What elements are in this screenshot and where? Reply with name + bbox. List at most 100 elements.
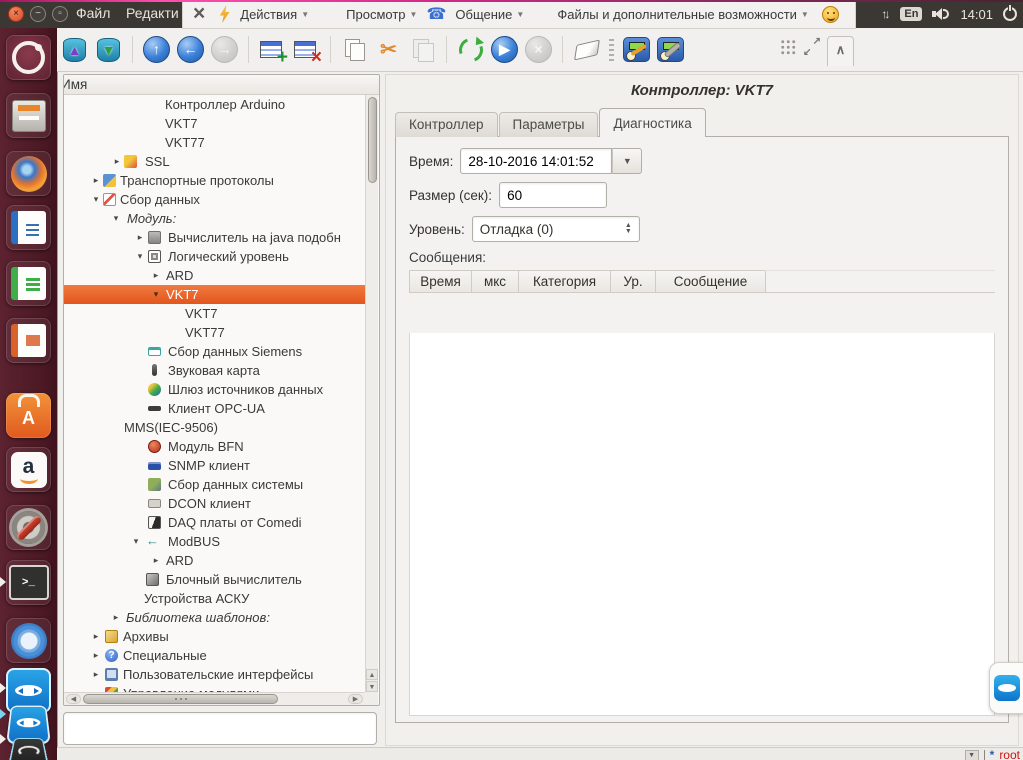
clock[interactable]: 14:01	[960, 7, 993, 22]
close-x-icon[interactable]: ×	[193, 4, 205, 24]
column-header-ур[interactable]: Ур.	[610, 270, 656, 293]
load-from-db-button[interactable]: ▲	[61, 36, 88, 63]
expand-arrow-icon[interactable]: ▸	[90, 646, 102, 665]
tree-item[interactable]: DAQ платы от Comedi	[64, 513, 365, 532]
go-forward-button[interactable]: →	[211, 36, 238, 63]
volume-icon[interactable]	[932, 8, 950, 20]
menu-просмотр[interactable]: Просмотр▼	[346, 7, 417, 22]
expand-arrow-icon[interactable]: ▸	[111, 152, 123, 171]
tree-filter-input[interactable]	[63, 712, 377, 745]
collapse-arrow-icon[interactable]: ▾	[90, 190, 102, 209]
clear-button[interactable]	[573, 36, 600, 63]
close-window-button[interactable]: ×	[8, 6, 24, 22]
network-indicator-icon[interactable]: ↑↓	[881, 7, 890, 21]
tree-column-header[interactable]: Имя	[64, 75, 379, 95]
tree-item[interactable]: ▸SSL	[64, 152, 365, 171]
tree-item[interactable]: ▸Архивы	[64, 627, 365, 646]
add-item-button[interactable]: +	[259, 36, 286, 63]
tree-item[interactable]: VKT7	[64, 114, 365, 133]
tree-item[interactable]: DCON клиент	[64, 494, 365, 513]
tree-item[interactable]: ▸Пользовательские интерфейсы	[64, 665, 365, 684]
tab-контроллер[interactable]: Контроллер	[395, 112, 498, 137]
collapse-arrow-icon[interactable]: ▾	[150, 285, 162, 304]
stacked-app-icon[interactable]	[7, 738, 49, 760]
tab-диагностика[interactable]: Диагностика	[599, 108, 705, 137]
tree-item[interactable]: Управление модулями	[64, 684, 365, 692]
tree-item[interactable]: ▸Транспортные протоколы	[64, 171, 365, 190]
collapse-arrow-icon[interactable]: ▾	[130, 532, 142, 551]
expand-arrow-icon[interactable]: ▸	[110, 608, 122, 627]
keyboard-layout-indicator[interactable]: En	[900, 7, 922, 21]
collapse-arrow-icon[interactable]: ▾	[134, 247, 146, 266]
chromium-icon[interactable]	[6, 618, 51, 663]
tree-item[interactable]: Устройства АСКУ	[64, 589, 365, 608]
tree-item[interactable]: ▸ARD	[64, 266, 365, 285]
scroll-right-arrow[interactable]: ▶	[348, 694, 363, 704]
stop-periodic-button[interactable]: ×	[525, 36, 552, 63]
expand-arrow-icon[interactable]: ▸	[150, 551, 162, 570]
firefox-icon[interactable]	[6, 151, 51, 196]
go-back-button[interactable]: ←	[177, 36, 204, 63]
session-power-icon[interactable]	[1003, 7, 1017, 21]
expand-arrow-icon[interactable]: ▸	[134, 228, 146, 247]
tree-item[interactable]: Контроллер Arduino	[64, 95, 365, 114]
monitor-icon[interactable]	[318, 7, 335, 21]
messages-table-body[interactable]	[409, 333, 995, 716]
level-spinbox[interactable]: Отладка (0) ▲▼	[472, 216, 640, 242]
smiley-icon[interactable]	[822, 6, 839, 23]
ubuntu-dash-icon[interactable]	[6, 35, 51, 80]
tab-параметры[interactable]: Параметры	[499, 112, 599, 137]
maximize-window-button[interactable]: ▫	[52, 6, 68, 22]
terminal-icon[interactable]: >_	[6, 560, 51, 605]
teamviewer-side-tab[interactable]	[989, 662, 1023, 714]
tree-item[interactable]: ▾Модуль:	[64, 209, 365, 228]
tree-item[interactable]: Клиент OPC-UA	[64, 399, 365, 418]
expand-arrow-icon[interactable]: ▸	[90, 171, 102, 190]
expand-arrow-icon[interactable]: ▸	[90, 627, 102, 646]
expand-icon[interactable]: ↗↙	[803, 38, 821, 56]
scrollbar-thumb[interactable]	[368, 97, 377, 183]
tree-item[interactable]: ▸Вычислитель на java подобн	[64, 228, 365, 247]
tree-item[interactable]: VKT77	[64, 323, 365, 342]
column-header-мкс[interactable]: мкс	[471, 270, 519, 293]
tree-item[interactable]: ▾Сбор данных	[64, 190, 365, 209]
lightning-icon[interactable]	[218, 5, 231, 23]
file-extra-icon[interactable]	[533, 6, 548, 23]
device-link-button[interactable]	[623, 36, 650, 63]
tree-item[interactable]: Блочный вычислитель	[64, 570, 365, 589]
paste-item-button[interactable]	[409, 36, 436, 63]
expand-arrow-icon[interactable]: ▸	[150, 266, 162, 285]
menu-edit[interactable]: Редакти	[126, 5, 179, 21]
tree-item[interactable]: Модуль BFN	[64, 437, 365, 456]
delete-item-button[interactable]: ×	[293, 36, 320, 63]
amazon-icon[interactable]: a	[6, 447, 51, 492]
column-header-сообщение[interactable]: Сообщение	[655, 270, 766, 293]
time-dropdown-button[interactable]: ▼	[612, 148, 642, 174]
menu-общение[interactable]: Общение▼	[455, 7, 524, 22]
ubuntu-software-icon[interactable]: A	[6, 393, 51, 438]
start-periodic-button[interactable]: ▶	[491, 36, 518, 63]
tree-item[interactable]: VKT7	[64, 304, 365, 323]
tree-item[interactable]: ▾VKT7	[64, 285, 365, 304]
tree-item[interactable]: ▸ARD	[64, 551, 365, 570]
libreoffice-writer-icon[interactable]	[6, 205, 51, 250]
time-input[interactable]	[460, 148, 612, 174]
column-header-время[interactable]: Время	[409, 270, 472, 293]
go-up-button[interactable]: ↑	[143, 36, 170, 63]
tree-item[interactable]: Шлюз источников данных	[64, 380, 365, 399]
column-header-категория[interactable]: Категория	[518, 270, 611, 293]
minimize-window-button[interactable]: −	[30, 6, 46, 22]
file-cabinet-icon[interactable]	[6, 93, 51, 138]
copy-item-button[interactable]	[341, 36, 368, 63]
statusbar-dropdown-button[interactable]: ▼	[965, 750, 979, 760]
tree-item[interactable]: ▾←ModBUS	[64, 532, 365, 551]
menu-файлы[interactable]: Файлы и дополнительные возможности▼	[557, 7, 809, 22]
phone-icon[interactable]: ☎	[426, 4, 446, 24]
save-to-db-button[interactable]: ▼	[95, 36, 122, 63]
device-config-button[interactable]	[657, 36, 684, 63]
scrollbar-thumb[interactable]	[83, 694, 278, 704]
tree-item[interactable]: SNMP клиент	[64, 456, 365, 475]
tree-item[interactable]: VKT77	[64, 133, 365, 152]
tree-item[interactable]: ▸?Специальные	[64, 646, 365, 665]
libreoffice-calc-icon[interactable]	[6, 261, 51, 306]
